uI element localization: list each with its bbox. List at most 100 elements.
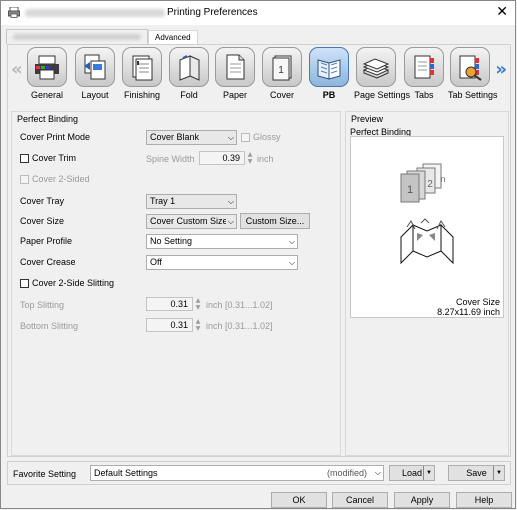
top-slitting-unit: inch [0.31...1.02]: [206, 300, 273, 310]
save-menu-icon[interactable]: ▼: [493, 466, 504, 480]
apply-button[interactable]: Apply: [394, 492, 450, 508]
tab-settings-icon: [450, 47, 490, 87]
cover-tray-select[interactable]: Tray 1 ⌵: [146, 194, 237, 209]
cover-icon-number: 1: [278, 65, 284, 76]
arrow-down-icon: ▼: [195, 304, 201, 311]
load-button[interactable]: Load ▼: [389, 465, 435, 481]
bottom-slitting-spinner[interactable]: ▲ ▼: [194, 318, 202, 332]
paper-profile-select[interactable]: No Setting ⌵: [146, 234, 298, 249]
toolbar-item-label: Finishing: [123, 90, 161, 100]
top-slitting-input[interactable]: 0.31: [146, 297, 193, 311]
cover-trim-checkbox[interactable]: Cover Trim: [20, 153, 76, 163]
preview-size-value: 8.27x11.69 inch: [437, 307, 500, 317]
favorite-setting-status: (modified): [326, 468, 367, 478]
chevron-down-icon: ⌵: [374, 468, 381, 477]
bottom-slitting-unit: inch [0.31...1.02]: [206, 321, 273, 331]
scroll-right-icon[interactable]: »: [495, 59, 507, 80]
bottom-slitting-input[interactable]: 0.31: [146, 318, 193, 332]
arrow-up-icon: ▲: [195, 318, 201, 325]
chevron-down-icon: ⌵: [227, 133, 234, 142]
arrow-down-icon: ▼: [195, 325, 201, 332]
paper-icon: [215, 47, 255, 87]
preview-size-label: Cover Size: [455, 297, 500, 307]
window-title: Printing Preferences: [167, 7, 258, 18]
toolbar-item-label: Layout: [81, 90, 109, 100]
layout-icon: [75, 47, 115, 87]
toolbar-item-cover[interactable]: 1 Cover: [260, 47, 304, 100]
toolbar-item-general[interactable]: General: [25, 47, 69, 100]
cover-2sided-checkbox[interactable]: Cover 2-Sided: [20, 174, 90, 184]
paper-profile-value: No Setting: [150, 236, 193, 246]
toolbar-item-label: Paper: [222, 90, 248, 100]
toolbar-item-layout[interactable]: Layout: [73, 47, 117, 100]
toolbar-item-page-settings[interactable]: Page Settings: [354, 47, 410, 100]
save-button[interactable]: Save ▼: [448, 465, 505, 481]
finishing-icon: [122, 47, 162, 87]
bottom-slitting-label: Bottom Slitting: [20, 321, 79, 331]
cover-print-mode-value: Cover Blank: [150, 132, 200, 142]
title-bar: Printing Preferences ✕: [1, 1, 515, 25]
printer-app-icon: [8, 7, 20, 18]
toolbar-item-label: General: [30, 90, 64, 100]
favorite-setting-bar: Favorite Setting Default Settings (modif…: [7, 461, 511, 485]
spine-width-label: Spine Width: [146, 154, 195, 164]
function-toolbar: « General Layout Finishing Fold Paper 1 …: [8, 45, 510, 107]
custom-size-button[interactable]: Custom Size...: [240, 213, 310, 229]
paper-profile-label: Paper Profile: [20, 236, 73, 246]
spine-width-spinner[interactable]: ▲ ▼: [246, 151, 254, 165]
cover-2side-slitting-checkbox[interactable]: Cover 2-Side Slitting: [20, 278, 114, 288]
cover-trim-checkbox-box: [20, 154, 29, 163]
glossy-label: Glossy: [253, 132, 281, 142]
toolbar-item-label: Cover: [269, 90, 294, 100]
spine-width-input[interactable]: 0.39: [199, 151, 245, 165]
cover-print-mode-label: Cover Print Mode: [20, 132, 91, 142]
cover-size-value: Cover Custom Size: [150, 216, 228, 226]
cover-size-select[interactable]: Cover Custom Size ⌵: [146, 214, 237, 229]
top-slitting-label: Top Slitting: [20, 300, 65, 310]
spine-width-unit: inch: [257, 154, 274, 164]
toolbar-item-fold[interactable]: Fold: [167, 47, 211, 100]
cover-crease-select[interactable]: Off ⌵: [146, 255, 298, 270]
preview-title: Preview: [351, 114, 384, 124]
glossy-checkbox[interactable]: Glossy: [241, 132, 281, 142]
preview-page-1: 1: [407, 184, 413, 196]
top-slitting-spinner[interactable]: ▲ ▼: [194, 297, 202, 311]
cover-crease-label: Cover Crease: [20, 257, 76, 267]
preview-image: 1 2 n Cover Size 8.27x11.69 inch: [350, 136, 504, 318]
cancel-button[interactable]: Cancel: [332, 492, 388, 508]
cover-crease-value: Off: [150, 257, 162, 267]
favorite-setting-value: Default Settings: [94, 468, 158, 478]
chevron-down-icon: ⌵: [288, 258, 295, 267]
load-menu-icon[interactable]: ▼: [423, 466, 434, 480]
scroll-left-icon[interactable]: «: [11, 59, 23, 80]
toolbar-item-label: Fold: [180, 90, 198, 100]
redacted-printer-name: [25, 9, 165, 17]
tabs-icon: [404, 47, 444, 87]
redacted-tab-label: [13, 34, 141, 40]
toolbar-item-pb[interactable]: PB: [307, 47, 351, 100]
favorite-setting-select[interactable]: Default Settings (modified) ⌵: [90, 465, 384, 481]
preview-page-n: n: [440, 174, 445, 184]
cover-size-label: Cover Size: [20, 216, 65, 226]
toolbar-item-tabs[interactable]: Tabs: [402, 47, 446, 100]
toolbar-item-paper[interactable]: Paper: [213, 47, 257, 100]
tab-strip: Advanced: [6, 28, 511, 44]
preview-group: Preview Perfect Binding 1 2 n Cover Size…: [345, 111, 509, 456]
ok-button[interactable]: OK: [271, 492, 327, 508]
cover-tray-value: Tray 1: [150, 196, 176, 206]
cover-tray-label: Cover Tray: [20, 196, 65, 206]
toolbar-item-finishing[interactable]: Finishing: [120, 47, 164, 100]
cover-print-mode-select[interactable]: Cover Blank ⌵: [146, 130, 237, 145]
close-icon[interactable]: ✕: [496, 4, 508, 20]
tab-advanced[interactable]: Advanced: [148, 30, 198, 44]
tab-panel: « General Layout Finishing Fold Paper 1 …: [7, 44, 511, 457]
perfect-binding-icon: [309, 47, 349, 87]
help-button[interactable]: Help: [456, 492, 512, 508]
arrow-down-icon: ▼: [247, 158, 253, 165]
cover-2sided-label: Cover 2-Sided: [32, 174, 90, 184]
chevron-down-icon: ⌵: [225, 215, 234, 228]
toolbar-item-label: PB: [322, 90, 336, 100]
tab-basic[interactable]: [6, 29, 148, 44]
cover-2side-slitting-label: Cover 2-Side Slitting: [32, 278, 115, 288]
toolbar-item-tab-settings[interactable]: Tab Settings: [448, 47, 498, 100]
